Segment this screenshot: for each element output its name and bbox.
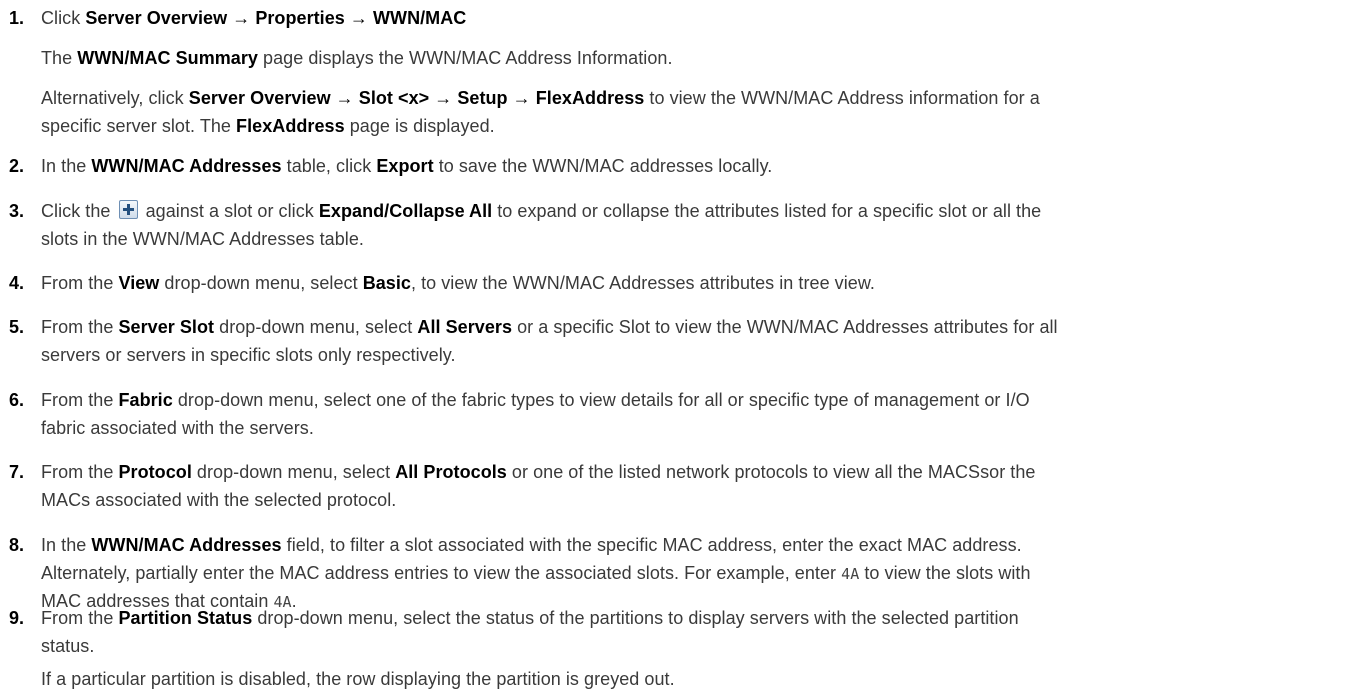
step-number: 5.	[9, 317, 25, 337]
step-text: From the Protocol drop-down menu, select…	[41, 462, 1036, 482]
step-text: From the Fabric drop-down menu, select o…	[41, 390, 1030, 410]
step-1-result: The WWN/MAC Summary page displays the WW…	[41, 48, 673, 68]
step-text: From the Partition Status drop-down menu…	[41, 608, 1019, 628]
step-text: Click Server Overview → Properties → WWN…	[41, 8, 467, 28]
step-9-note: If a particular partition is disabled, t…	[41, 669, 675, 689]
step-text: In the WWN/MAC Addresses field, to filte…	[41, 535, 1022, 555]
step-number: 1.	[9, 8, 25, 28]
step-number: 8.	[9, 535, 25, 555]
code-sample: 4A	[841, 565, 860, 583]
step-text: From the Server Slot drop-down menu, sel…	[41, 317, 1058, 337]
step-1-alternative-cont: specific server slot. The FlexAddress pa…	[41, 116, 495, 136]
step-text-cont: slots in the WWN/MAC Addresses table.	[41, 229, 364, 249]
step-number: 3.	[9, 201, 25, 221]
step-text-cont: servers or servers in specific slots onl…	[41, 345, 456, 365]
step-number: 4.	[9, 273, 25, 293]
expand-plus-icon	[118, 200, 138, 219]
step-number: 7.	[9, 462, 25, 482]
step-text: In the WWN/MAC Addresses table, click Ex…	[41, 156, 773, 176]
step-text: Click the against a slot or click Expand…	[41, 200, 1042, 221]
step-text-cont: Alternately, partially enter the MAC add…	[41, 563, 1031, 583]
step-text-cont: status.	[41, 636, 95, 656]
step-number: 2.	[9, 156, 25, 176]
step-text-cont: fabric associated with the servers.	[41, 418, 314, 438]
document-page: 1. Click Server Overview → Properties → …	[0, 0, 1351, 690]
step-number: 9.	[9, 608, 25, 628]
step-1-alternative: Alternatively, click Server Overview → S…	[41, 88, 1040, 108]
step-text: From the View drop-down menu, select Bas…	[41, 273, 875, 293]
step-number: 6.	[9, 390, 25, 410]
step-text-cont: MACs associated with the selected protoc…	[41, 490, 397, 510]
